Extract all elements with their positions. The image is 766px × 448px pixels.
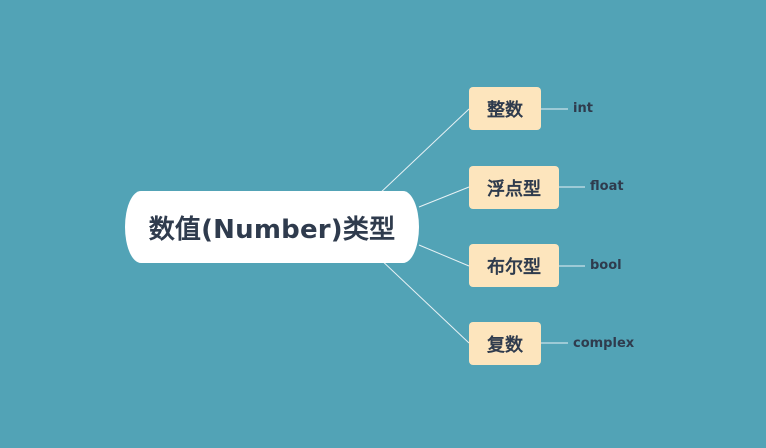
- mindmap-canvas: 数值(Number)类型 整数 浮点型 布尔型 复数 int float boo…: [0, 0, 766, 448]
- branch-node-bool[interactable]: 布尔型: [469, 244, 559, 287]
- connector-root-to-float: [418, 186, 470, 208]
- connector-root-to-bool: [418, 244, 470, 267]
- root-node[interactable]: 数值(Number)类型: [125, 191, 419, 263]
- branch-node-label: 整数: [487, 99, 523, 121]
- connector-root-to-integer: [377, 108, 470, 196]
- branch-node-label: 布尔型: [487, 256, 541, 278]
- branch-node-complex[interactable]: 复数: [469, 322, 541, 365]
- root-node-label: 数值(Number)类型: [148, 214, 396, 245]
- connector-root-to-complex: [377, 256, 470, 344]
- branch-node-label: 复数: [487, 334, 523, 356]
- leaf-label-float[interactable]: float: [590, 179, 624, 195]
- leaf-label-complex[interactable]: complex: [573, 336, 634, 352]
- leaf-label-int[interactable]: int: [573, 101, 593, 117]
- leaf-label-bool[interactable]: bool: [590, 258, 622, 274]
- branch-node-label: 浮点型: [487, 178, 541, 200]
- branch-node-float[interactable]: 浮点型: [469, 166, 559, 209]
- branch-node-integer[interactable]: 整数: [469, 87, 541, 130]
